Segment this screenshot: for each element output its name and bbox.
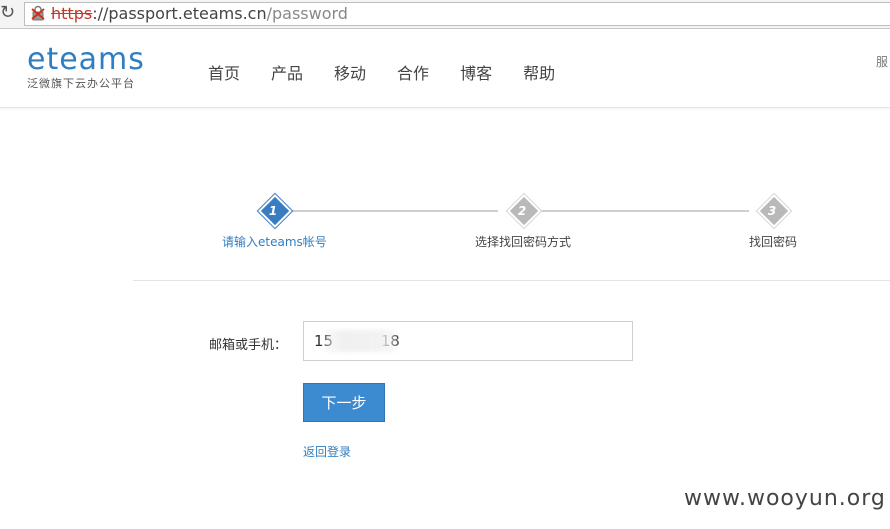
- step-1-number: 1: [268, 204, 278, 218]
- step-2-number: 2: [517, 204, 527, 218]
- logo-text: eteams: [27, 42, 145, 77]
- section-divider: [133, 280, 890, 281]
- url-text: https://passport.eteams.cn/password: [51, 4, 348, 24]
- header-right-link[interactable]: 服: [876, 53, 888, 70]
- next-step-button[interactable]: 下一步: [303, 383, 385, 422]
- nav-item-help[interactable]: 帮助: [523, 60, 555, 84]
- nav-item-blog[interactable]: 博客: [460, 60, 492, 84]
- redaction-blur: [325, 330, 397, 352]
- step-connector: [288, 210, 498, 212]
- nav-item-cooperation[interactable]: 合作: [397, 60, 429, 84]
- account-field-label: 邮箱或手机：: [209, 338, 288, 353]
- nav-item-products[interactable]: 产品: [271, 60, 303, 84]
- url-host: ://passport.eteams.cn: [92, 4, 267, 23]
- main-nav: 首页 产品 移动 合作 博客 帮助: [208, 60, 586, 84]
- insecure-lock-icon: [31, 5, 45, 21]
- step-indicator: 1 请输入eteams帐号 2 选择找回密码方式 3 找回密码: [0, 194, 890, 265]
- back-to-login-link[interactable]: 返回登录: [303, 443, 351, 460]
- site-header: eteams 泛微旗下云办公平台 首页 产品 移动 合作 博客 帮助 服: [0, 29, 890, 108]
- eteams-logo[interactable]: eteams 泛微旗下云办公平台: [27, 43, 145, 91]
- url-path: /password: [266, 4, 348, 23]
- logo-subtitle: 泛微旗下云办公平台: [27, 77, 135, 90]
- url-field[interactable]: https://passport.eteams.cn/password: [24, 2, 890, 26]
- step-3-number: 3: [767, 204, 777, 218]
- step-1-label: 请输入eteams帐号: [222, 235, 327, 249]
- step-3-label: 找回密码: [749, 235, 798, 249]
- nav-item-home[interactable]: 首页: [208, 60, 240, 84]
- watermark: www.wooyun.org: [684, 486, 886, 511]
- url-scheme: https: [51, 4, 93, 23]
- step-connector: [537, 210, 749, 212]
- step-2-label: 选择找回密码方式: [475, 235, 572, 249]
- reload-icon[interactable]: ↻: [0, 3, 16, 23]
- browser-address-bar: ↻ https://passport.eteams.cn/password: [0, 0, 890, 29]
- nav-item-mobile[interactable]: 移动: [334, 60, 366, 84]
